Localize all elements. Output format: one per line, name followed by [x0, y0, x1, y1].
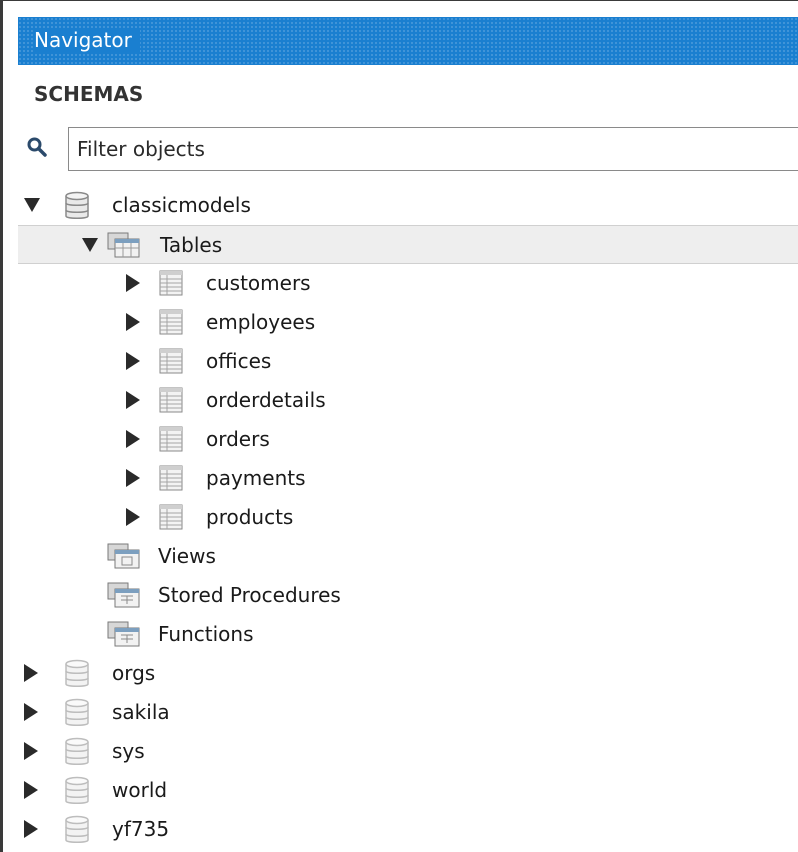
- expand-toggle[interactable]: [24, 703, 38, 721]
- expand-toggle[interactable]: [126, 352, 140, 370]
- schema-item-yf735[interactable]: yf735: [0, 810, 798, 849]
- table-label: orderdetails: [206, 388, 326, 412]
- expand-toggle[interactable]: [24, 664, 38, 682]
- expand-toggle[interactable]: [126, 469, 140, 487]
- tables-folder-icon: [107, 232, 140, 258]
- stored-procedures-folder[interactable]: Stored Procedures: [0, 576, 798, 615]
- table-label: products: [206, 505, 294, 529]
- table-label: employees: [206, 310, 316, 334]
- table-icon: [159, 309, 183, 335]
- views-folder-icon: [107, 543, 140, 569]
- search-icon: [27, 137, 47, 157]
- table-item-orders[interactable]: orders: [0, 420, 798, 459]
- views-label: Views: [158, 544, 216, 568]
- table-icon: [159, 426, 183, 452]
- schema-tree: classicmodels Tables customers employees: [0, 186, 798, 849]
- schema-item-world[interactable]: world: [0, 771, 798, 810]
- expand-toggle[interactable]: [24, 820, 38, 838]
- tables-folder[interactable]: Tables: [18, 225, 798, 264]
- expand-toggle[interactable]: [126, 508, 140, 526]
- expand-toggle[interactable]: [126, 313, 140, 331]
- expand-toggle[interactable]: [126, 430, 140, 448]
- table-icon: [159, 348, 183, 374]
- schema-item-orgs[interactable]: orgs: [0, 654, 798, 693]
- tables-label: Tables: [160, 233, 223, 257]
- functions-label: Functions: [158, 622, 254, 646]
- expand-toggle[interactable]: [82, 238, 98, 252]
- database-icon: [65, 737, 89, 765]
- schema-item-sys[interactable]: sys: [0, 732, 798, 771]
- functions-folder-icon: [107, 621, 140, 647]
- expand-toggle[interactable]: [24, 781, 38, 799]
- table-item-customers[interactable]: customers: [0, 264, 798, 303]
- schema-label: yf735: [112, 817, 170, 841]
- schema-label: classicmodels: [112, 193, 251, 217]
- schema-item-classicmodels[interactable]: classicmodels: [0, 186, 798, 225]
- table-item-payments[interactable]: payments: [0, 459, 798, 498]
- database-icon: [65, 659, 89, 687]
- schema-label: sakila: [112, 700, 170, 724]
- stored-procedures-label: Stored Procedures: [158, 583, 341, 607]
- table-item-products[interactable]: products: [0, 498, 798, 537]
- database-icon: [65, 191, 89, 219]
- table-item-offices[interactable]: offices: [0, 342, 798, 381]
- expand-toggle[interactable]: [24, 198, 40, 212]
- table-icon: [159, 504, 183, 530]
- database-icon: [65, 815, 89, 843]
- table-icon: [159, 465, 183, 491]
- table-icon: [159, 387, 183, 413]
- stored-procedures-folder-icon: [107, 582, 140, 608]
- table-item-orderdetails[interactable]: orderdetails: [0, 381, 798, 420]
- table-label: offices: [206, 349, 272, 373]
- table-label: orders: [206, 427, 270, 451]
- expand-toggle[interactable]: [126, 274, 140, 292]
- filter-objects-input[interactable]: [68, 127, 798, 171]
- table-icon: [159, 270, 183, 296]
- database-icon: [65, 776, 89, 804]
- table-label: payments: [206, 466, 306, 490]
- expand-toggle[interactable]: [126, 391, 140, 409]
- database-icon: [65, 698, 89, 726]
- schema-item-sakila[interactable]: sakila: [0, 693, 798, 732]
- expand-toggle[interactable]: [24, 742, 38, 760]
- schemas-section-label: SCHEMAS: [34, 82, 144, 106]
- navigator-header: Navigator: [18, 17, 798, 65]
- table-label: customers: [206, 271, 311, 295]
- views-folder[interactable]: Views: [0, 537, 798, 576]
- navigator-title: Navigator: [34, 28, 140, 52]
- schema-label: sys: [112, 739, 145, 763]
- table-item-employees[interactable]: employees: [0, 303, 798, 342]
- schema-label: orgs: [112, 661, 156, 685]
- schema-label: world: [112, 778, 168, 802]
- functions-folder[interactable]: Functions: [0, 615, 798, 654]
